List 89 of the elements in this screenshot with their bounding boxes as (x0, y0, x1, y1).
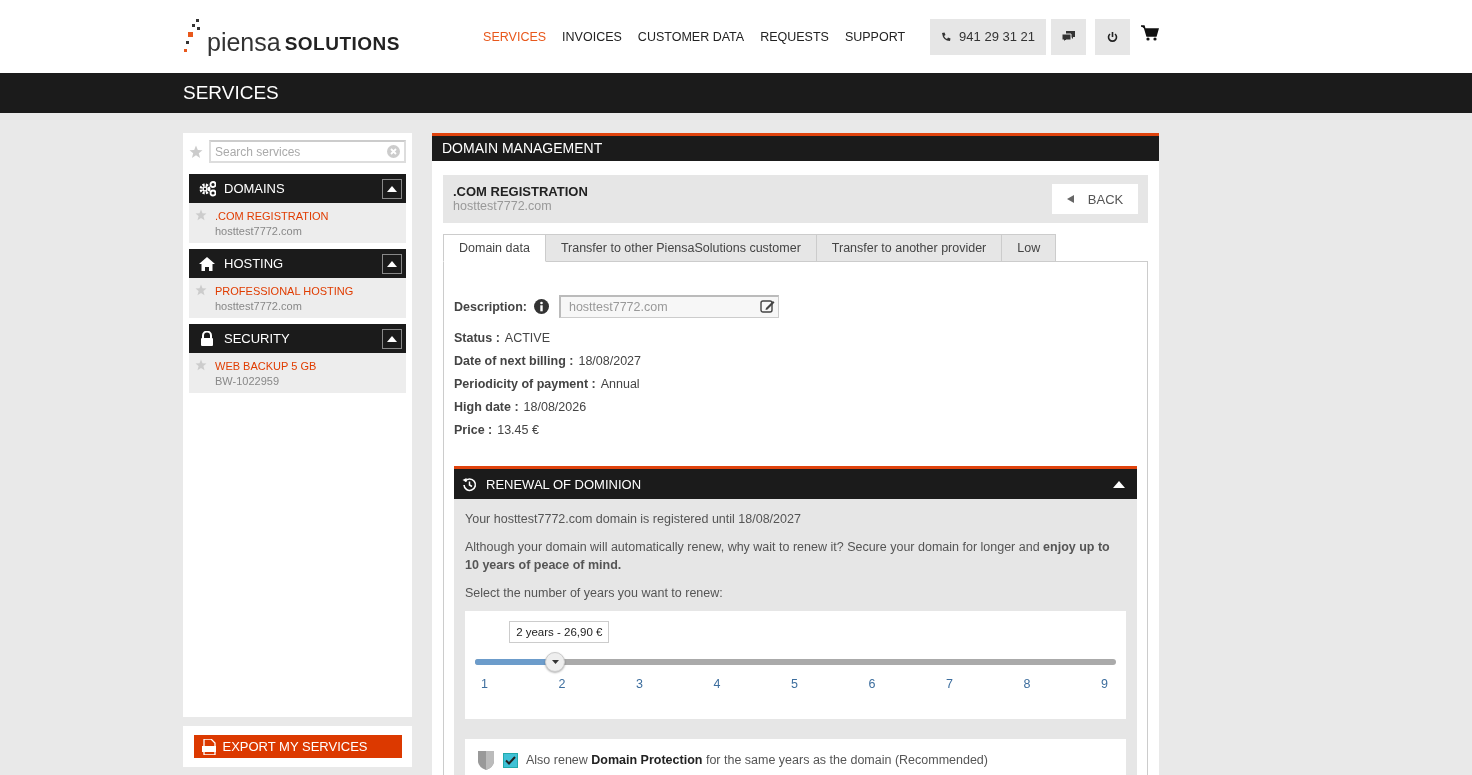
padlock-icon (199, 330, 216, 347)
detail-value: Annual (600, 376, 640, 393)
service-subtitle: BW-1022959 (215, 374, 280, 389)
star-icon (195, 284, 207, 296)
nav-link[interactable]: SUPPORT (844, 29, 906, 44)
tab[interactable]: Transfer to other PiensaSolutions customer (544, 234, 817, 262)
info-icon[interactable] (533, 299, 549, 314)
tick-label[interactable]: 2 (558, 677, 566, 691)
logo-text: SOLUTIONS (284, 32, 400, 55)
power-button[interactable] (1095, 18, 1130, 55)
caret-left-icon (1066, 195, 1074, 203)
section-title: RENEWAL OF DOMINION (486, 476, 643, 492)
tab[interactable]: Transfer to another provider (815, 234, 1003, 262)
info-text: Your hosttest7772.com domain is registered until 18/08/2027 (465, 511, 802, 528)
prompt-text: Select the number of years you want to renew: (465, 585, 724, 602)
checkbox-label: Also renew Domain Protection for the same years as the domain (Recommended) (526, 753, 988, 767)
detail-label: Date of next billing : (454, 353, 574, 370)
detail-value: 18/08/2027 (578, 353, 641, 370)
collapse-toggle[interactable] (382, 328, 402, 349)
service-name: .COM REGISTRATION (453, 185, 589, 199)
panel-title: DOMAIN MANAGEMENT (432, 136, 1159, 161)
service-subtitle: hosttest7772.com (215, 224, 303, 239)
service-domain: hosttest7772.com (453, 199, 553, 213)
chat-button[interactable] (1051, 18, 1086, 55)
group-title: HOSTING (224, 256, 285, 271)
checkbox[interactable] (503, 752, 518, 768)
tick-label[interactable]: 6 (868, 677, 876, 691)
export-button[interactable]: EXPORT MY SERVICES (194, 735, 402, 758)
edit-icon[interactable] (759, 299, 775, 313)
tab[interactable]: Low (1001, 234, 1057, 262)
caret-up-icon (1113, 480, 1125, 488)
house-icon (199, 255, 216, 272)
tick-label[interactable]: 7 (946, 677, 953, 691)
detail-value: 18/08/2026 (523, 399, 587, 416)
phone-icon (941, 31, 952, 42)
slider-handle[interactable] (545, 652, 566, 672)
detail-label: Status : (454, 330, 500, 347)
logo-text: piensa (207, 29, 281, 55)
caret-up-icon (387, 185, 397, 192)
service-subtitle: hosttest7772.com (215, 299, 303, 314)
shield-icon (477, 750, 495, 770)
service-item[interactable]: WEB BACKUP 5 GB BW-1022959 (189, 353, 406, 393)
service-name: WEB BACKUP 5 GB (215, 359, 317, 373)
star-icon[interactable] (189, 144, 203, 159)
logo-dots-icon (183, 18, 203, 55)
power-icon (1107, 30, 1118, 43)
page-title: SERVICES (183, 81, 280, 105)
detail-label: High date : (454, 399, 519, 416)
info-text: Although your domain will automatically renew, why wait to renew it? Secure your domain for longer and enjoy up to 10 years of peace of mind. (465, 539, 1111, 574)
service-item[interactable]: .COM REGISTRATION hosttest7772.com (189, 203, 406, 243)
tick-label[interactable]: 5 (791, 677, 798, 691)
caret-up-icon (387, 335, 397, 342)
detail-label: Periodicity of payment : (454, 376, 596, 393)
check-icon (505, 755, 516, 765)
nav-link[interactable]: INVOICES (562, 29, 622, 44)
service-name: PROFESSIONAL HOSTING (215, 284, 354, 298)
service-item[interactable]: PROFESSIONAL HOSTING hosttest7772.com (189, 278, 406, 318)
gears-icon (199, 180, 216, 197)
star-icon (195, 209, 207, 221)
tick-label[interactable]: 1 (481, 677, 488, 691)
service-name: .COM REGISTRATION (215, 209, 329, 223)
nav-link[interactable]: CUSTOMER DATA (637, 29, 745, 44)
phone-button[interactable]: 941 29 31 21 (930, 18, 1046, 55)
field-label: Description: (454, 299, 527, 314)
star-icon (195, 359, 207, 371)
nav-link[interactable]: REQUESTS (760, 29, 829, 44)
caret-down-icon (551, 660, 559, 664)
collapse-toggle[interactable] (382, 178, 402, 199)
slider-tooltip: 2 years - 26,90 € (509, 621, 610, 643)
detail-value: 13.45 € (497, 422, 539, 439)
tick-label[interactable]: 4 (713, 677, 721, 691)
cart-icon[interactable] (1141, 24, 1159, 41)
search-field[interactable]: Search services (209, 140, 406, 163)
tick-label[interactable]: 9 (1101, 677, 1108, 691)
group-title: DOMAINS (224, 181, 286, 196)
detail-label: Price : (454, 422, 493, 439)
chat-icon (1061, 30, 1076, 43)
tab[interactable]: Domain data (443, 234, 546, 262)
description-field[interactable]: hosttest7772.com (558, 295, 779, 318)
group-title: SECURITY (224, 331, 291, 346)
tick-label[interactable]: 8 (1023, 677, 1031, 691)
collapse-toggle[interactable] (382, 253, 402, 274)
slider-track[interactable] (475, 659, 1116, 665)
tick-label[interactable]: 3 (636, 677, 643, 691)
nav-link[interactable]: SERVICES (483, 29, 547, 44)
detail-value: ACTIVE (504, 330, 550, 347)
caret-up-icon (387, 260, 397, 267)
back-button[interactable]: BACK (1052, 184, 1138, 214)
history-icon (462, 476, 477, 492)
